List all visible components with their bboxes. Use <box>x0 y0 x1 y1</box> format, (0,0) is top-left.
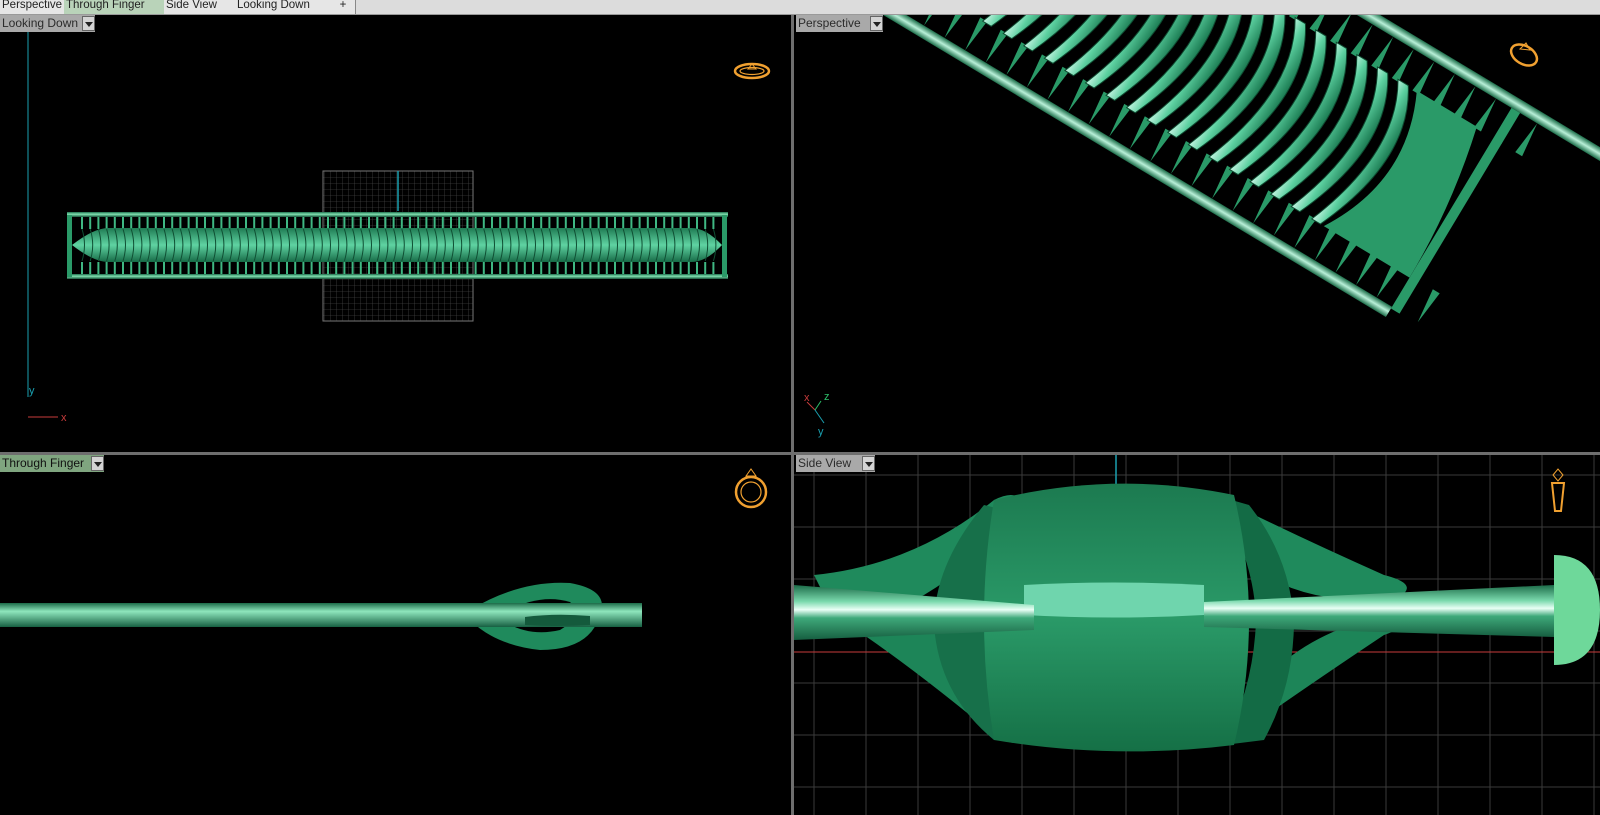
upper-strut <box>1515 123 1538 157</box>
lower-strut <box>1088 91 1111 125</box>
upper-strut <box>1474 98 1497 132</box>
add-tab-icon[interactable]: + <box>331 0 356 14</box>
tab-side-view[interactable]: Side View <box>164 0 238 14</box>
viewport-title-text: Looking Down <box>2 16 79 30</box>
lower-strut <box>1026 54 1049 88</box>
upper-strut <box>1432 73 1455 107</box>
viewport-title-text: Perspective <box>798 16 861 30</box>
viewport-title-side-view[interactable]: Side View <box>796 455 875 472</box>
viewport-side-view[interactable]: Side View <box>794 455 1600 815</box>
tab-through-finger[interactable]: Through Finger <box>64 0 167 14</box>
viewport-title-text: Side View <box>798 456 852 470</box>
viewport-perspective[interactable]: x z y Perspective <box>794 15 1600 452</box>
looking-down-scene: y x <box>27 15 771 424</box>
lower-strut <box>1212 165 1234 199</box>
axis-z-label: z <box>824 391 830 403</box>
loop-shadow <box>525 614 590 626</box>
ring-front-view-icon[interactable] <box>734 468 768 509</box>
lower-strut <box>1047 66 1070 100</box>
upper-strut <box>1330 15 1353 46</box>
barrel-highlight <box>1024 582 1204 618</box>
curved-fins <box>981 15 1477 278</box>
lower-strut <box>1170 140 1193 174</box>
axis-y-label: y <box>29 385 35 397</box>
ring-perspective-icon[interactable] <box>1507 40 1540 70</box>
dropdown-arrow-icon[interactable] <box>862 456 875 471</box>
upper-strut <box>1371 36 1394 70</box>
lower-strut <box>1109 103 1132 137</box>
lower-strut <box>1006 42 1029 75</box>
upper-strut <box>1412 61 1435 95</box>
axis-indicator <box>27 15 58 418</box>
lower-strut <box>944 15 967 38</box>
upper-strut <box>1288 15 1311 21</box>
ring-top-view-icon[interactable] <box>733 62 771 80</box>
upper-strut <box>1453 86 1476 120</box>
lower-strut <box>1232 178 1255 211</box>
lower-strut <box>965 17 988 51</box>
viewport-title-perspective[interactable]: Perspective <box>796 15 883 32</box>
upper-strut <box>1350 24 1373 58</box>
lower-strut <box>1376 264 1399 298</box>
lower-strut <box>1253 190 1276 224</box>
axis-indicator <box>806 400 825 424</box>
lower-strut <box>1294 215 1317 249</box>
viewport-title-through-finger[interactable]: Through Finger <box>0 455 104 472</box>
viewport-title-looking-down[interactable]: Looking Down <box>0 15 95 32</box>
lower-strut <box>923 15 946 26</box>
viewport-through-finger[interactable]: Through Finger <box>0 455 791 815</box>
tab-looking-down[interactable]: Looking Down <box>235 0 332 14</box>
lower-strut <box>985 29 1008 63</box>
left-end-post <box>67 215 72 277</box>
viewport-title-text: Through Finger <box>2 456 85 470</box>
perspective-scene: x z y <box>794 15 1600 438</box>
lower-strut <box>1314 227 1337 261</box>
lower-strut <box>1356 252 1378 286</box>
dropdown-arrow-icon[interactable] <box>91 456 104 471</box>
tab-perspective[interactable]: Perspective <box>0 0 67 14</box>
lower-strut <box>1191 153 1214 187</box>
lower-strut <box>1273 202 1296 236</box>
axis-x-label: x <box>61 412 67 424</box>
lower-strut <box>1068 79 1090 113</box>
lower-strut <box>1150 128 1173 162</box>
viewport-tab-bar: Perspective Through Finger Side View Loo… <box>0 0 1600 15</box>
through-finger-scene <box>0 468 768 650</box>
upper-strut <box>1391 49 1414 83</box>
right-end-post <box>722 215 727 277</box>
viewport-looking-down[interactable]: y x Looking Down <box>0 15 791 452</box>
upper-strut <box>1309 15 1332 33</box>
lower-strut <box>1129 116 1152 150</box>
lower-strut <box>1335 239 1358 273</box>
dropdown-arrow-icon[interactable] <box>82 16 95 31</box>
dropdown-arrow-icon[interactable] <box>870 16 883 31</box>
lower-strut <box>1417 289 1440 323</box>
axis-y-label: y <box>818 426 824 438</box>
side-view-scene <box>794 455 1600 815</box>
axis-x-label: x <box>804 392 810 404</box>
top-rail <box>67 212 728 217</box>
rod-end-cap <box>1554 555 1600 665</box>
bottom-rail <box>67 274 728 279</box>
